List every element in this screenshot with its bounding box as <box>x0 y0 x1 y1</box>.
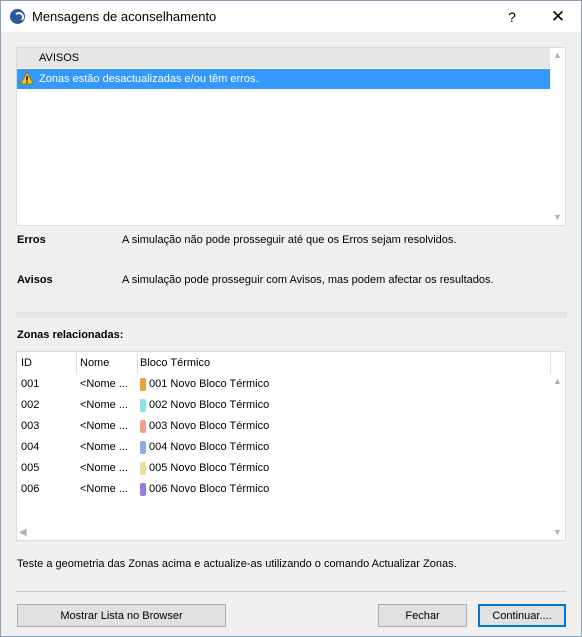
zone-block: 002 Novo Bloco Térmico <box>149 399 270 411</box>
messages-scrollbar[interactable]: ▲ ▼ <box>550 48 565 225</box>
close-button[interactable]: Fechar <box>378 604 467 627</box>
app-logo-icon <box>10 9 25 24</box>
column-divider[interactable] <box>137 352 138 374</box>
zone-id: 005 <box>21 462 40 474</box>
zone-id: 001 <box>21 378 40 390</box>
zone-name: <Nome ... <box>80 420 128 432</box>
advisory-dialog: Mensagens de aconselhamento ? ✕ AVISOS Z… <box>0 0 582 637</box>
zone-name: <Nome ... <box>80 441 128 453</box>
scroll-down-arrow-icon[interactable]: ▼ <box>550 525 565 540</box>
zone-name: <Nome ... <box>80 483 128 495</box>
zone-block: 001 Novo Bloco Térmico <box>149 378 270 390</box>
help-button[interactable]: ? <box>489 1 535 32</box>
scroll-left-arrow-icon[interactable]: ◀ <box>19 527 27 538</box>
message-row-selected[interactable]: Zonas estão desactualizadas e/ou têm err… <box>17 69 551 89</box>
zones-vertical-scrollbar[interactable]: ▲ ▼ <box>550 374 565 540</box>
table-row[interactable]: 002 <Nome ... 002 Novo Bloco Térmico <box>17 395 551 416</box>
zone-id: 002 <box>21 399 40 411</box>
close-window-button[interactable]: ✕ <box>535 1 581 32</box>
related-zones-title: Zonas relacionadas: <box>17 329 124 341</box>
message-text: Zonas estão desactualizadas e/ou têm err… <box>39 73 259 85</box>
table-row[interactable]: 001 <Nome ... 001 Novo Bloco Térmico <box>17 374 551 395</box>
section-separator[interactable] <box>16 312 567 318</box>
color-swatch <box>140 420 146 433</box>
messages-list[interactable]: AVISOS Zonas estão desactualizadas e/ou … <box>16 47 566 226</box>
warnings-description: A simulação pode prosseguir com Avisos, … <box>122 274 494 286</box>
scroll-up-arrow-icon[interactable]: ▲ <box>550 374 565 389</box>
column-header-id[interactable]: ID <box>21 352 32 374</box>
footer-divider <box>16 591 566 592</box>
errors-label: Erros <box>17 234 46 246</box>
window-title: Mensagens de aconselhamento <box>32 9 217 24</box>
zone-block: 003 Novo Bloco Térmico <box>149 420 270 432</box>
warning-icon <box>20 71 34 85</box>
zone-name: <Nome ... <box>80 399 128 411</box>
color-swatch <box>140 462 146 475</box>
hint-text: Teste a geometria das Zonas acima e actu… <box>17 558 457 570</box>
errors-description: A simulação não pode prosseguir até que … <box>122 234 457 246</box>
zone-block: 005 Novo Bloco Térmico <box>149 462 270 474</box>
warnings-label: Avisos <box>17 274 53 286</box>
scroll-up-arrow-icon[interactable]: ▲ <box>550 48 565 63</box>
column-header-block[interactable]: Bloco Térmico <box>140 352 210 374</box>
table-row[interactable]: 006 <Nome ... 006 Novo Bloco Térmico <box>17 479 551 500</box>
color-swatch <box>140 378 146 391</box>
title-bar[interactable]: Mensagens de aconselhamento ? ✕ <box>1 1 581 32</box>
color-swatch <box>140 483 146 496</box>
table-row[interactable]: 004 <Nome ... 004 Novo Bloco Térmico <box>17 437 551 458</box>
zone-name: <Nome ... <box>80 378 128 390</box>
column-header-name[interactable]: Nome <box>80 352 109 374</box>
zone-block: 006 Novo Bloco Térmico <box>149 483 270 495</box>
continue-button[interactable]: Continuar.... <box>478 604 566 627</box>
messages-group-header[interactable]: AVISOS <box>17 48 551 68</box>
zones-table[interactable]: ID Nome Bloco Térmico 001 <Nome ... 001 … <box>16 351 566 541</box>
table-row[interactable]: 005 <Nome ... 005 Novo Bloco Térmico <box>17 458 551 479</box>
column-divider[interactable] <box>550 352 551 374</box>
table-row[interactable]: 003 <Nome ... 003 Novo Bloco Térmico <box>17 416 551 437</box>
group-label: AVISOS <box>39 52 80 64</box>
show-list-in-browser-button[interactable]: Mostrar Lista no Browser <box>17 604 226 627</box>
zone-id: 006 <box>21 483 40 495</box>
color-swatch <box>140 399 146 412</box>
column-divider[interactable] <box>76 352 77 374</box>
zone-id: 003 <box>21 420 40 432</box>
zone-name: <Nome ... <box>80 462 128 474</box>
scroll-down-arrow-icon[interactable]: ▼ <box>550 210 565 225</box>
color-swatch <box>140 441 146 454</box>
zone-id: 004 <box>21 441 40 453</box>
zone-block: 004 Novo Bloco Térmico <box>149 441 270 453</box>
